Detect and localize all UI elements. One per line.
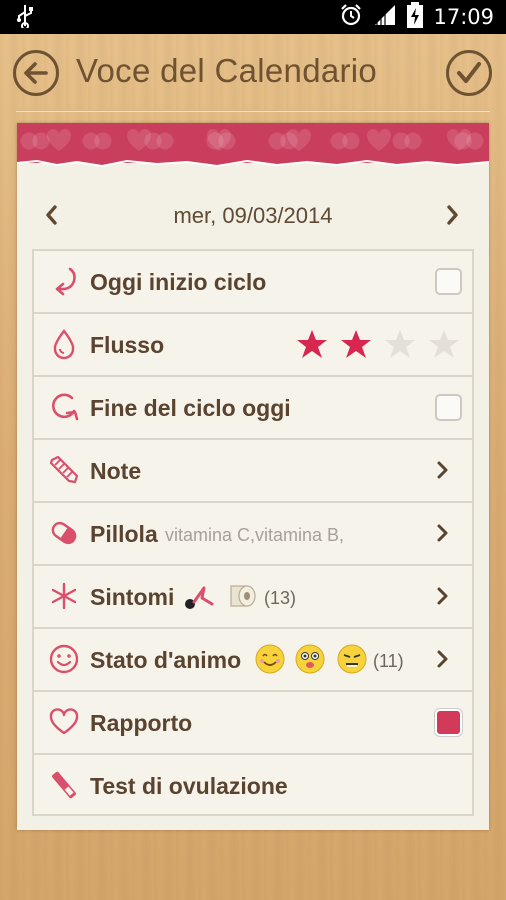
- back-button[interactable]: [13, 50, 59, 96]
- asterisk-icon: [51, 582, 77, 610]
- entry-list: Oggi inizio ciclo Flusso Fine del ciclo …: [32, 249, 474, 816]
- smiley-icon: [49, 644, 79, 674]
- flow-rating: [296, 328, 460, 360]
- chevron-right-icon: [437, 587, 448, 605]
- row-notes[interactable]: Note: [32, 438, 474, 501]
- chevron-right-icon[interactable]: [443, 195, 463, 235]
- pill-icon: [51, 521, 77, 545]
- selected-date: mer, 09/03/2014: [173, 203, 333, 228]
- date-navigator: mer, 09/03/2014: [17, 195, 489, 235]
- chevron-right-icon: [437, 524, 448, 542]
- symptoms-count: (13): [264, 588, 297, 608]
- row-period-start[interactable]: Oggi inizio ciclo: [32, 249, 474, 312]
- row-label: Flusso: [90, 332, 165, 358]
- row-flow: Flusso: [32, 312, 474, 375]
- mood-count: (11): [373, 651, 404, 671]
- happy-face-icon: [255, 644, 285, 674]
- pencil-icon: [49, 455, 79, 484]
- row-period-end[interactable]: Fine del ciclo oggi: [32, 375, 474, 438]
- row-label: Test di ovulazione: [90, 773, 288, 799]
- app-header: Voce del Calendario: [0, 34, 506, 112]
- calendar-entry-card: mer, 09/03/2014 Oggi inizio ciclo Flusso: [17, 123, 489, 830]
- row-pill[interactable]: Pillola vitamina C,vitamina B,: [32, 501, 474, 564]
- cycle-end-icon: [52, 393, 79, 421]
- page-title: Voce del Calendario: [76, 52, 378, 89]
- heart-icon: [49, 708, 79, 735]
- cycle-start-arrow-icon: [55, 267, 76, 296]
- row-label: Fine del ciclo oggi: [90, 395, 291, 421]
- period-start-checkbox[interactable]: [435, 268, 462, 295]
- alarm-icon: [339, 3, 363, 32]
- row-label: Rapporto: [90, 710, 193, 736]
- toilet-paper-icon: [230, 585, 256, 607]
- torn-paper-edge: [17, 157, 489, 168]
- status-bar: 17:09: [0, 0, 506, 34]
- header-divider: [16, 110, 490, 112]
- star-icon[interactable]: [340, 328, 372, 360]
- drop-icon: [53, 329, 75, 360]
- confirm-button[interactable]: [446, 50, 492, 96]
- row-label: Note: [90, 458, 142, 484]
- silly-face-icon: [295, 644, 325, 674]
- chevron-right-icon: [437, 650, 448, 668]
- intercourse-checkbox[interactable]: [435, 709, 462, 736]
- row-label: Sintomi: [90, 584, 175, 610]
- usb-icon: [16, 4, 34, 34]
- checkmark-icon: [457, 62, 481, 83]
- chevron-right-icon: [437, 461, 448, 479]
- pain-icon: [185, 586, 214, 609]
- signal-icon: [373, 3, 397, 32]
- row-label: Pillola: [90, 521, 158, 547]
- pill-details: vitamina C,vitamina B,: [165, 525, 345, 545]
- star-icon[interactable]: [428, 328, 460, 360]
- row-mood[interactable]: Stato d'animo (11): [32, 627, 474, 690]
- star-icon[interactable]: [384, 328, 416, 360]
- period-end-checkbox[interactable]: [435, 394, 462, 421]
- ovulation-test-icon: [52, 771, 76, 799]
- row-label: Oggi inizio ciclo: [90, 269, 267, 295]
- annoyed-face-icon: [337, 644, 367, 674]
- clock: 17:09: [433, 5, 494, 29]
- row-label: Stato d'animo: [90, 647, 242, 673]
- row-ovulation-test[interactable]: Test di ovulazione: [32, 753, 474, 816]
- arrow-left-icon: [24, 62, 48, 84]
- row-intercourse[interactable]: Rapporto: [32, 690, 474, 753]
- battery-charging-icon: [407, 1, 424, 33]
- star-icon[interactable]: [296, 328, 328, 360]
- row-symptoms[interactable]: Sintomi (13): [32, 564, 474, 627]
